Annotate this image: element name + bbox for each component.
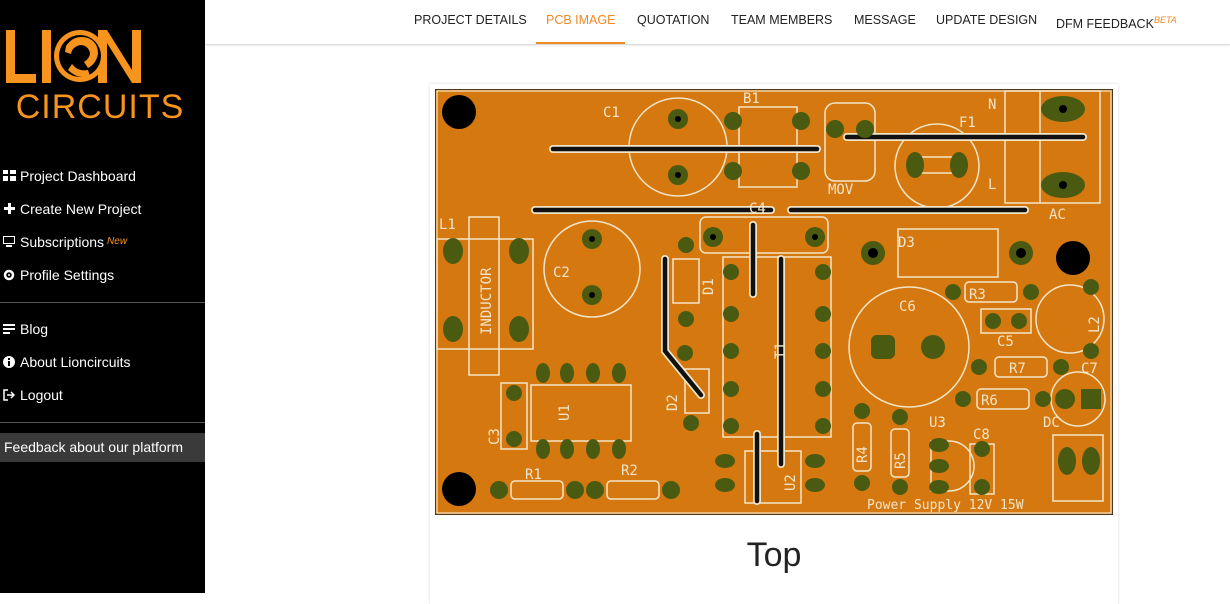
sidebar-item-label: Blog: [20, 320, 49, 337]
mounting-hole: [1056, 241, 1090, 275]
label-c1: C1: [603, 105, 620, 121]
sidebar-item-about[interactable]: About Lioncircuits: [0, 345, 205, 378]
tab-project-details[interactable]: PROJECT DETAILS: [414, 0, 527, 44]
tab-message[interactable]: MESSAGE: [854, 0, 916, 44]
label-dc: DC: [1043, 415, 1060, 431]
label-n: N: [988, 97, 996, 113]
mounting-hole: [442, 472, 476, 506]
svg-text:CIRCUITS: CIRCUITS: [16, 88, 185, 126]
pcb-footer-text: Power Supply 12V 15W: [867, 498, 1024, 513]
label-d3: D3: [898, 235, 915, 251]
sidebar-divider: [0, 422, 205, 423]
tab-dfm-feedback[interactable]: DFM FEEDBACKBETA: [1056, 0, 1177, 44]
plus-icon: [2, 202, 16, 216]
sidebar-divider: [0, 302, 205, 303]
label-l: L: [988, 177, 996, 193]
sidebar-nav-primary: Project Dashboard Create New Project Sub…: [0, 159, 205, 291]
tab-update-design[interactable]: UPDATE DESIGN: [936, 0, 1037, 44]
label-r7: R7: [1009, 361, 1026, 377]
sidebar-item-label: Project Dashboard: [20, 167, 136, 184]
list-icon: [2, 322, 16, 336]
label-r5: R5: [893, 452, 909, 469]
sidebar: CIRCUITS Project Dashboard Create New Pr…: [0, 0, 205, 593]
logout-icon: [2, 388, 16, 402]
new-badge: New: [107, 236, 128, 247]
label-inductor: INDUCTOR: [479, 267, 495, 335]
sidebar-item-label: About Lioncircuits: [20, 353, 131, 370]
label-r4: R4: [855, 446, 871, 463]
sidebar-item-subscriptions[interactable]: Subscriptions New: [0, 225, 205, 258]
label-d1: D1: [701, 278, 717, 295]
label-c2: C2: [553, 265, 570, 281]
label-d2: D2: [665, 394, 681, 411]
label-r6: R6: [981, 393, 998, 409]
sidebar-item-label: Create New Project: [20, 200, 142, 217]
label-r1: R1: [525, 467, 542, 483]
tab-quotation[interactable]: QUOTATION: [637, 0, 709, 44]
sidebar-item-project-dashboard[interactable]: Project Dashboard: [0, 159, 205, 192]
mounting-hole: [442, 95, 476, 129]
sidebar-item-blog[interactable]: Blog: [0, 312, 205, 345]
beta-badge: BETA: [1153, 15, 1177, 25]
label-c7: C7: [1081, 361, 1098, 377]
grid-icon: [2, 169, 16, 183]
label-u3: U3: [929, 415, 946, 431]
tab-pcb-image[interactable]: PCB IMAGE: [536, 0, 626, 44]
label-u2: U2: [783, 474, 799, 491]
top-tabs: PROJECT DETAILS PCB IMAGE QUOTATION TEAM…: [205, 0, 1230, 45]
info-icon: [2, 355, 16, 369]
label-l2: L2: [1087, 316, 1103, 333]
lioncircuits-logo[interactable]: CIRCUITS: [0, 18, 205, 128]
label-c6: C6: [899, 299, 916, 315]
label-c3: C3: [487, 428, 503, 445]
sidebar-item-label: Profile Settings: [20, 266, 115, 283]
label-b1: B1: [743, 91, 760, 107]
label-ac: AC: [1049, 207, 1066, 223]
label-mov: MOV: [828, 182, 854, 198]
tab-team-members[interactable]: TEAM MEMBERS: [731, 0, 832, 44]
sidebar-item-create-new-project[interactable]: Create New Project: [0, 192, 205, 225]
label-t1: T1: [773, 342, 789, 359]
sidebar-item-logout[interactable]: Logout: [0, 378, 205, 411]
label-u1: U1: [557, 404, 573, 421]
label-l1: L1: [439, 217, 456, 233]
label-f1: F1: [959, 115, 976, 131]
gear-icon: [2, 268, 16, 282]
label-c5: C5: [997, 334, 1014, 350]
pcb-side-caption: Top: [746, 536, 802, 574]
label-c4: C4: [749, 201, 766, 217]
label-r2: R2: [621, 463, 638, 479]
sidebar-nav-secondary: Blog About Lioncircuits Logout: [0, 312, 205, 411]
monitor-icon: [2, 235, 16, 249]
sidebar-item-label: Logout: [20, 386, 63, 403]
pcb-image[interactable]: C1 B1 F1 MOV AC N L C4 L1 C2 D3 C6 R3 C5…: [435, 89, 1113, 515]
label-r3: R3: [969, 287, 986, 303]
sidebar-item-label: Subscriptions: [20, 233, 105, 250]
sidebar-item-profile-settings[interactable]: Profile Settings: [0, 258, 205, 291]
feedback-button[interactable]: Feedback about our platform: [0, 433, 205, 462]
label-c8: C8: [973, 427, 990, 443]
